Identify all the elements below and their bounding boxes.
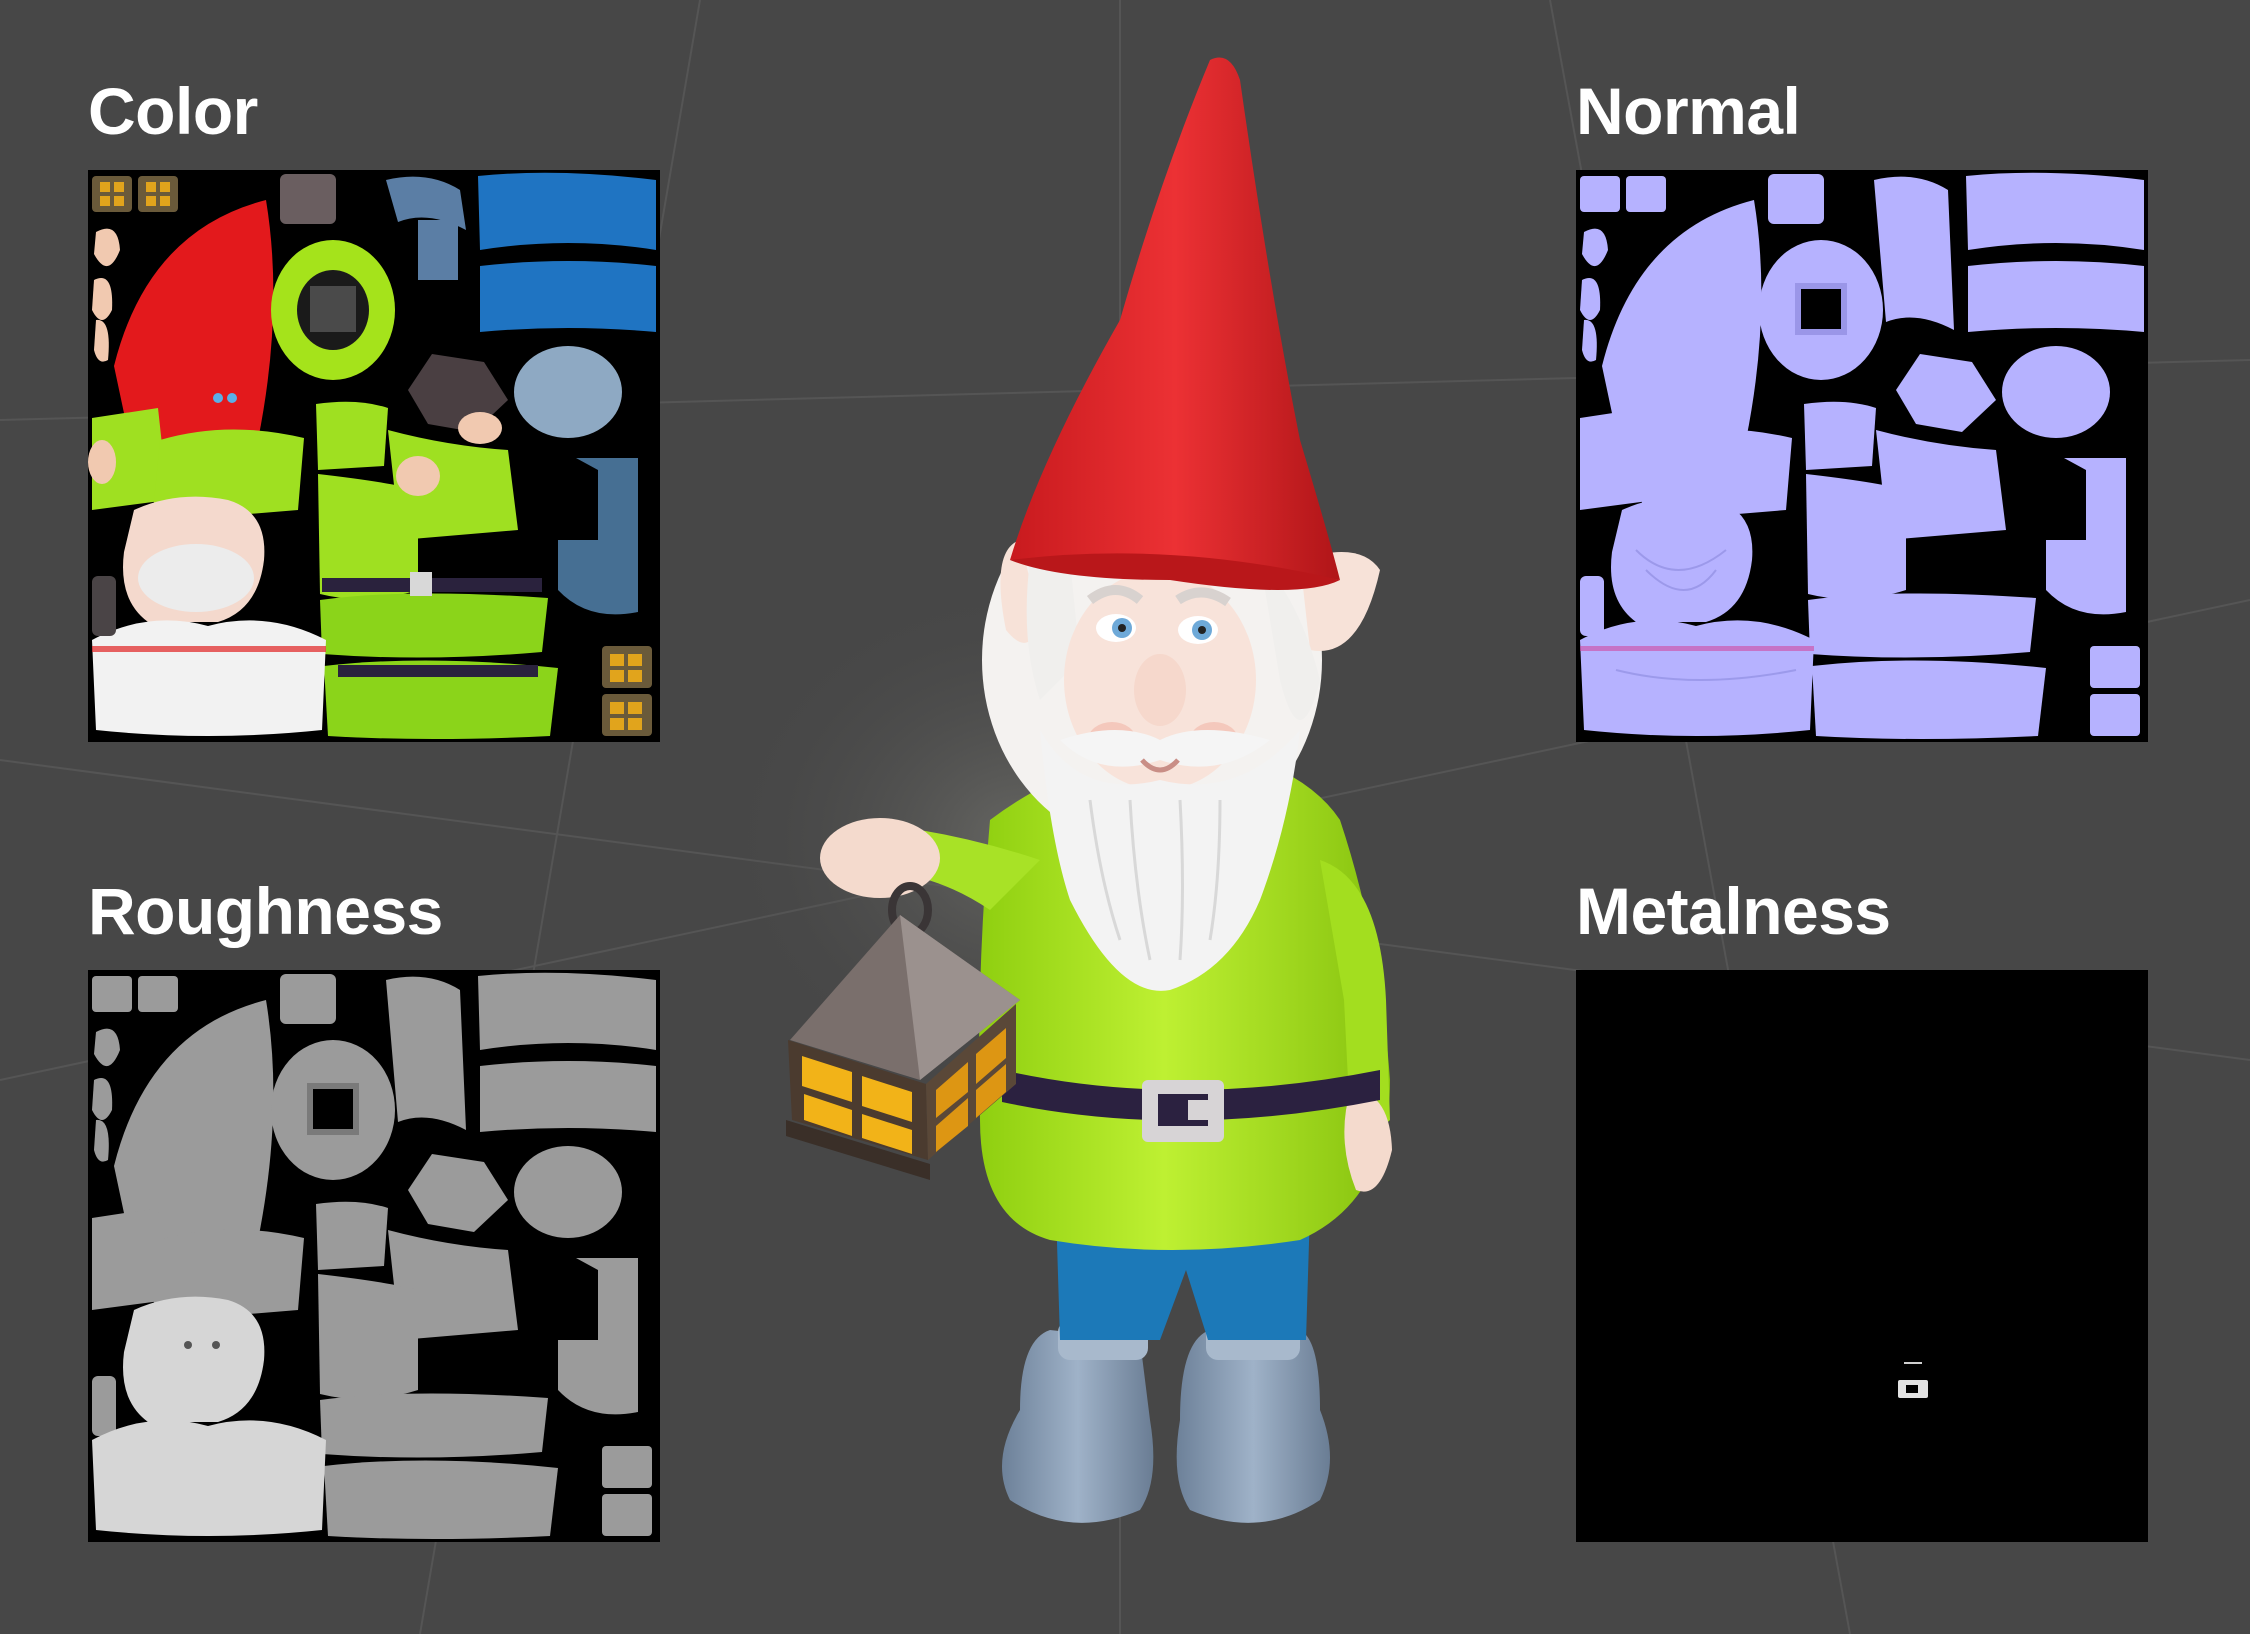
- metalness-map-title: Metalness: [1576, 874, 1891, 948]
- roughness-map-title: Roughness: [88, 874, 443, 948]
- roughness-map-texture: [88, 970, 660, 1542]
- gnome-3d-render: [740, 57, 1392, 1523]
- color-map-title: Color: [88, 74, 258, 148]
- color-map-texture: [88, 170, 660, 742]
- metalness-map-texture: [1576, 970, 2148, 1542]
- normal-map-texture: [1576, 170, 2148, 742]
- normal-map-title: Normal: [1576, 74, 1801, 148]
